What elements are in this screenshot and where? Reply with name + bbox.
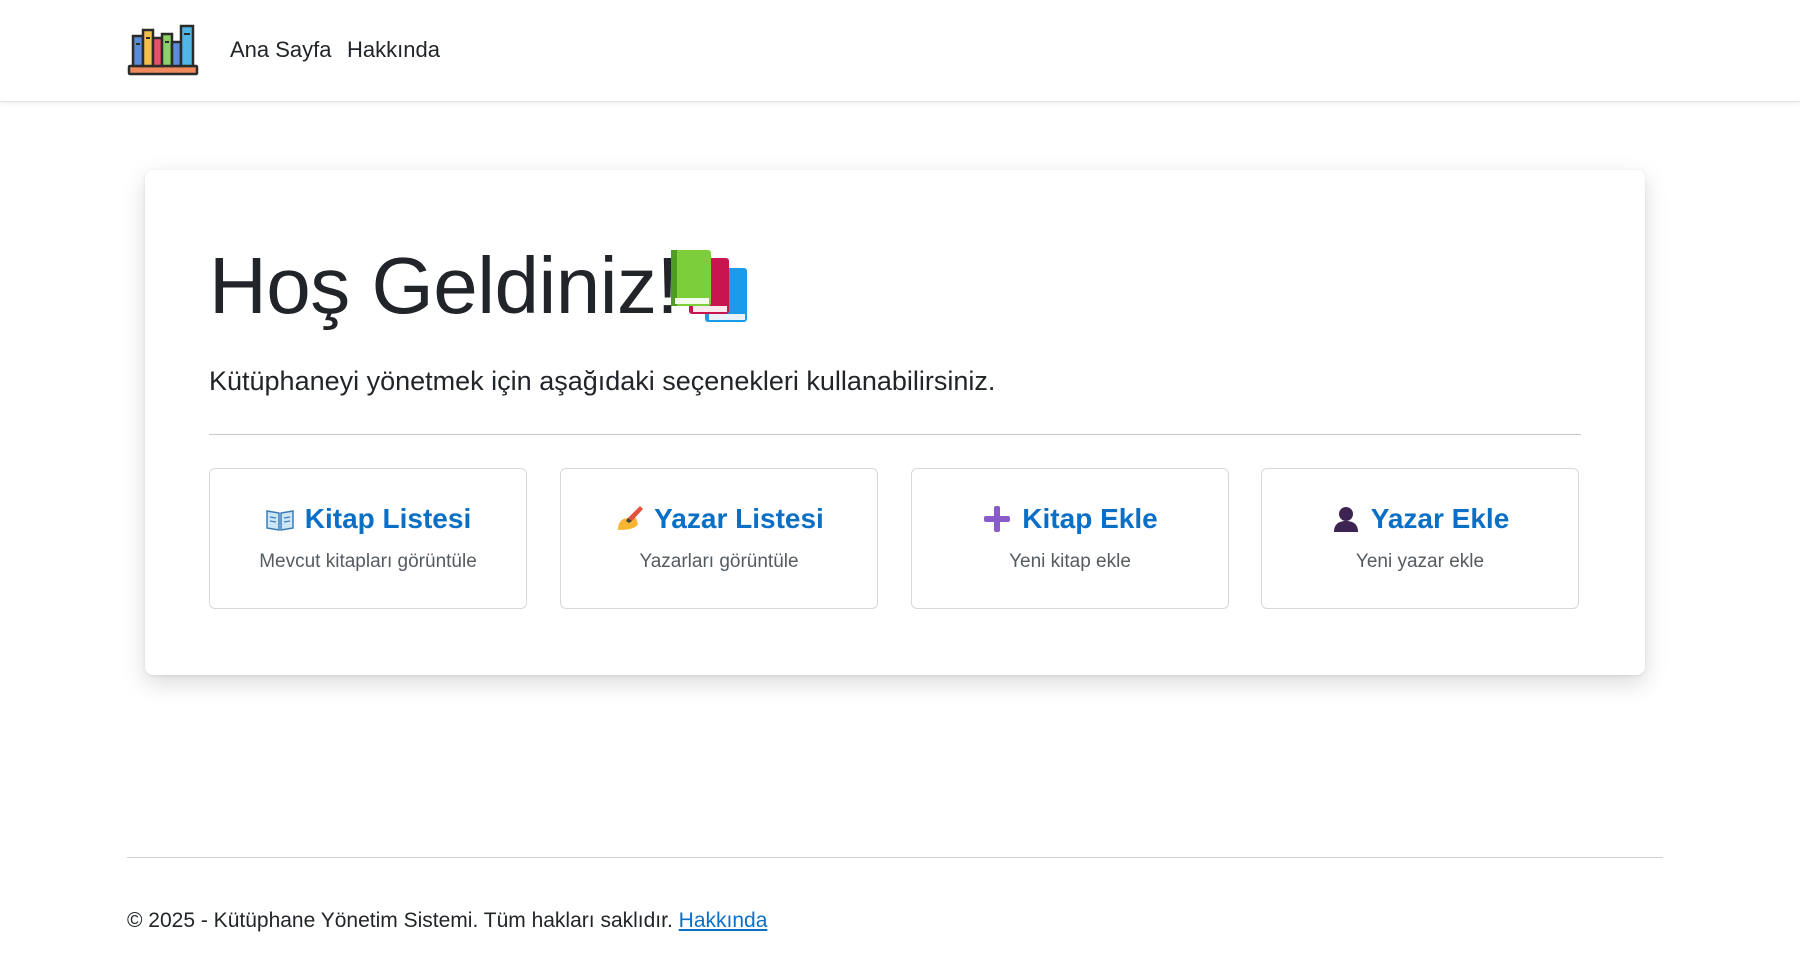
add-book-description: Yeni kitap ekle [1009, 551, 1131, 572]
navbar: Ana Sayfa Hakkında [0, 0, 1800, 102]
book-list-title: Kitap Listesi [304, 503, 472, 534]
add-book-title: Kitap Ekle [1022, 503, 1158, 534]
author-list-title: Yazar Listesi [654, 503, 824, 534]
nav-link-home[interactable]: Ana Sayfa [230, 36, 332, 64]
plus-icon [984, 506, 1011, 532]
footer-copyright: © 2025 - Kütüphane Yönetim Sistemi. Tüm … [127, 909, 673, 932]
bookshelf-icon[interactable] [127, 22, 199, 76]
add-book-card[interactable]: Kitap Ekle Yeni kitap ekle [911, 468, 1229, 609]
page-title: Hoş Geldiniz! [209, 241, 679, 330]
author-list-description: Yazarları görüntüle [639, 551, 799, 572]
book-list-heading: Kitap Listesi [210, 503, 526, 535]
author-list-card[interactable]: Yazar Listesi Yazarları görüntüle [560, 468, 878, 609]
add-author-card[interactable]: Yazar Ekle Yeni yazar ekle [1261, 468, 1579, 609]
person-icon [1333, 507, 1358, 532]
open-book-icon [266, 510, 294, 531]
author-list-heading: Yazar Listesi [561, 503, 877, 535]
writing-hand-icon [618, 506, 644, 530]
books-emoji-icon [671, 250, 747, 322]
lead-text: Kütüphaneyi yönetmek için aşağıdaki seçe… [209, 366, 996, 396]
add-author-description: Yeni yazar ekle [1355, 551, 1485, 572]
add-author-heading: Yazar Ekle [1262, 503, 1578, 535]
add-book-heading: Kitap Ekle [912, 503, 1228, 535]
divider [209, 434, 1581, 435]
footer-divider [127, 857, 1663, 858]
welcome-card: Hoş Geldiniz! Kütüphaneyi yönetmek için … [145, 170, 1645, 675]
nav-link-about[interactable]: Hakkında [347, 36, 440, 64]
add-author-title: Yazar Ekle [1370, 503, 1510, 534]
book-list-card[interactable]: Kitap Listesi Mevcut kitapları görüntüle [209, 468, 527, 609]
book-list-description: Mevcut kitapları görüntüle [259, 551, 477, 572]
footer-about-link[interactable]: Hakkında [679, 909, 768, 932]
footer: © 2025 - Kütüphane Yönetim Sistemi. Tüm … [127, 909, 767, 933]
